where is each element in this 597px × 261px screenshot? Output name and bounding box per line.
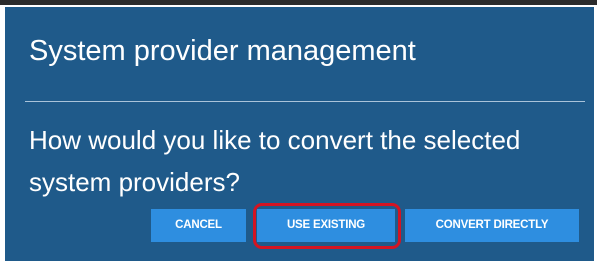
convert-directly-button[interactable]: CONVERT DIRECTLY [405,209,579,242]
screenshot-frame: System provider management How would you… [0,0,597,261]
dialog-question: How would you like to convert the select… [29,125,521,197]
cancel-button[interactable]: CANCEL [151,209,246,242]
window-top-border [0,0,597,5]
use-existing-button[interactable]: USE EXISTING [257,209,395,242]
dialog-title: System provider management [29,35,416,67]
title-divider [25,101,585,102]
